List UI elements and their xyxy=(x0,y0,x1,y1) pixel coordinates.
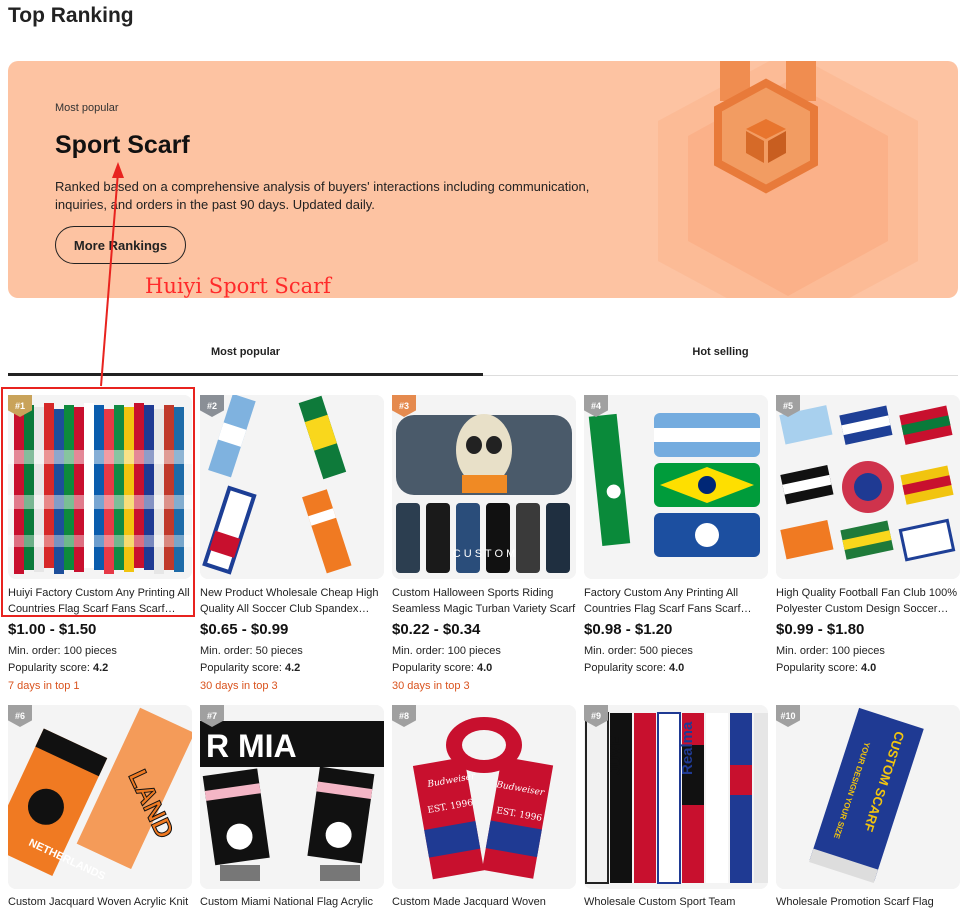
product-image[interactable]: CUSTOM SCARF YOUR DESIGN YOUR SIZE xyxy=(776,705,960,889)
min-order: Min. order: 100 pieces xyxy=(392,645,501,657)
product-image[interactable] xyxy=(776,395,960,579)
product-title[interactable]: Wholesale Custom Sport Team xyxy=(584,896,768,908)
club-scarves-image: JUVE Realma xyxy=(584,705,768,889)
svg-text:JUVE: JUVE xyxy=(607,736,624,775)
tab-most-popular[interactable]: Most popular xyxy=(8,330,483,376)
custom-text: C U S T O M xyxy=(453,548,516,560)
ranking-banner: Most popular Sport Scarf Ranked based on… xyxy=(8,61,958,298)
custom-scarf-image: CUSTOM SCARF YOUR DESIGN YOUR SIZE xyxy=(776,705,960,889)
product-image[interactable] xyxy=(200,395,384,579)
product-price: $1.00 - $1.50 xyxy=(8,621,97,638)
product-price: $0.65 - $0.99 xyxy=(200,621,289,638)
medal-illustration xyxy=(658,61,918,298)
soccer-scarves-image xyxy=(200,395,384,579)
min-order: Min. order: 50 pieces xyxy=(200,645,303,657)
annotation-label: Huiyi Sport Scarf xyxy=(145,274,331,298)
budweiser-scarf-image: Budweiser Budweiser EST. 1996 EST. 1996 xyxy=(392,705,576,889)
days-in-top: 30 days in top 3 xyxy=(200,680,278,692)
popularity-score: Popularity score: 4.0 xyxy=(392,662,493,674)
product-title[interactable]: Custom Jacquard Woven Acrylic Knit xyxy=(8,896,192,908)
miami-scarf-image: R MIA xyxy=(200,705,384,889)
product-title[interactable]: Custom Made Jacquard Woven xyxy=(392,896,576,908)
product-title[interactable]: Custom Miami National Flag Acrylic xyxy=(200,896,384,908)
banner-title: Sport Scarf xyxy=(55,131,190,159)
tab-hot-selling[interactable]: Hot selling xyxy=(483,330,958,374)
popularity-score: Popularity score: 4.0 xyxy=(776,662,877,674)
product-title[interactable]: New Product Wholesale Cheap High Quality… xyxy=(200,585,384,617)
fan-scarves-grid-image xyxy=(776,395,960,579)
product-title[interactable]: Huiyi Factory Custom Any Printing All Co… xyxy=(8,585,192,617)
product-image[interactable]: C U S T O M xyxy=(392,395,576,579)
skull-bandanas-image: C U S T O M xyxy=(392,395,576,579)
days-in-top: 7 days in top 1 xyxy=(8,680,80,692)
popularity-score: Popularity score: 4.0 xyxy=(584,662,685,674)
product-price: $0.99 - $1.80 xyxy=(776,621,865,638)
product-price: $0.22 - $0.34 xyxy=(392,621,481,638)
min-order: Min. order: 100 pieces xyxy=(776,645,885,657)
ranking-tabs: Most popular Hot selling xyxy=(8,330,958,376)
product-title[interactable]: High Quality Football Fan Club 100% Poly… xyxy=(776,585,960,617)
product-image[interactable]: JUVE Realma xyxy=(584,705,768,889)
flag-scarves-image xyxy=(8,395,192,579)
netherlands-scarf-image: LAND NETHERLANDS xyxy=(8,705,192,889)
svg-text:Realma: Realma xyxy=(679,721,696,775)
min-order: Min. order: 100 pieces xyxy=(8,645,117,657)
days-in-top: 30 days in top 3 xyxy=(392,680,470,692)
banner-description: Ranked based on a comprehensive analysis… xyxy=(55,179,590,212)
product-title[interactable]: Wholesale Promotion Scarf Flag xyxy=(776,896,960,908)
page-title: Top Ranking xyxy=(8,4,134,27)
popularity-score: Popularity score: 4.2 xyxy=(200,662,301,674)
product-title[interactable]: Custom Halloween Sports Riding Seamless … xyxy=(392,585,576,617)
product-image[interactable] xyxy=(8,395,192,579)
svg-text:R MIA: R MIA xyxy=(206,728,297,764)
min-order: Min. order: 500 pieces xyxy=(584,645,693,657)
product-price: $0.98 - $1.20 xyxy=(584,621,673,638)
popularity-score: Popularity score: 4.2 xyxy=(8,662,109,674)
product-image[interactable]: LAND NETHERLANDS xyxy=(8,705,192,889)
banner-eyebrow: Most popular xyxy=(55,102,119,114)
country-flag-scarves-image xyxy=(584,395,768,579)
product-image[interactable]: R MIA xyxy=(200,705,384,889)
product-title[interactable]: Factory Custom Any Printing All Countrie… xyxy=(584,585,768,617)
product-image[interactable] xyxy=(584,395,768,579)
product-image[interactable]: Budweiser Budweiser EST. 1996 EST. 1996 xyxy=(392,705,576,889)
more-rankings-button[interactable]: More Rankings xyxy=(55,226,186,264)
